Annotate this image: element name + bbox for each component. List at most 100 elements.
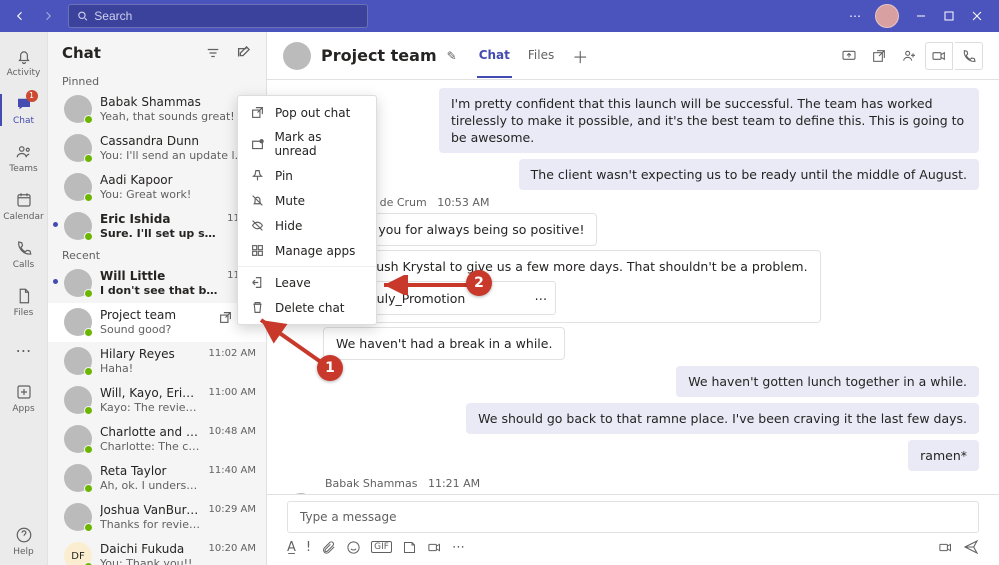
help-icon — [14, 525, 34, 545]
maximize-button[interactable] — [935, 2, 963, 30]
new-chat-icon[interactable] — [232, 42, 254, 64]
popout-icon[interactable] — [865, 42, 893, 70]
ctx-label: Leave — [275, 276, 311, 290]
calendar-icon — [14, 190, 34, 210]
chat-list-item[interactable]: Will LittleI don't see that being an iss… — [48, 264, 266, 303]
search-box[interactable] — [68, 4, 368, 28]
ctx-hide[interactable]: Hide — [238, 213, 376, 238]
compose-area: Type a message A̲ ! GIF ⋯ — [267, 494, 999, 565]
chat-list-item[interactable]: Cassandra DunnYou: I'll send an update l… — [48, 129, 266, 168]
message-me[interactable]: I'm pretty confident that this launch wi… — [439, 88, 979, 153]
more-icon[interactable]: ⋯ — [843, 4, 867, 28]
nav-back-forward — [8, 4, 60, 28]
ctx-mute[interactable]: Mute — [238, 188, 376, 213]
phone-icon — [14, 238, 34, 258]
close-button[interactable] — [963, 2, 991, 30]
message-meta: Babak Shammas 11:21 AM — [323, 477, 581, 490]
ctx-pin[interactable]: Pin — [238, 163, 376, 188]
rail-label: Calendar — [3, 212, 43, 222]
message-me[interactable]: We should go back to that ramne place. I… — [466, 403, 979, 434]
annotation-1: 1 — [317, 355, 343, 381]
ctx-unread[interactable]: Mark as unread — [238, 125, 376, 163]
schedule-send-icon[interactable] — [938, 540, 953, 555]
rail-help[interactable]: Help — [0, 517, 48, 565]
pin-icon — [250, 168, 265, 183]
back-button[interactable] — [8, 4, 32, 28]
filter-icon[interactable] — [202, 42, 224, 64]
sticker-icon[interactable] — [402, 540, 417, 555]
user-avatar[interactable] — [875, 4, 899, 28]
search-icon — [77, 10, 88, 22]
hide-icon — [250, 218, 265, 233]
priority-icon[interactable]: ! — [306, 540, 311, 555]
popout-icon[interactable] — [216, 308, 234, 326]
plus-icon — [14, 382, 34, 402]
titlebar: ⋯ — [0, 0, 999, 32]
files-icon — [14, 286, 34, 306]
rail-chat[interactable]: 1 Chat — [0, 86, 48, 134]
ellipsis-icon: ⋯ — [14, 340, 34, 360]
emoji-icon[interactable] — [346, 540, 361, 555]
mute-icon — [250, 193, 265, 208]
attach-icon[interactable] — [321, 540, 336, 555]
video-call-icon[interactable] — [925, 42, 953, 70]
chat-list-item[interactable]: Babak ShammasYeah, that sounds great! — [48, 90, 266, 129]
rail-label: Chat — [13, 116, 34, 126]
send-icon[interactable] — [963, 539, 979, 555]
minimize-button[interactable] — [907, 2, 935, 30]
more-icon[interactable]: ⋯ — [452, 540, 465, 555]
message-text: I will push Krystal to give us a few mor… — [336, 259, 808, 274]
chat-title: Project team — [321, 46, 437, 65]
message-other[interactable]: We haven't had a break in a while. — [323, 327, 565, 360]
rail-teams[interactable]: Teams — [0, 134, 48, 182]
message-me[interactable]: ramen* — [908, 440, 979, 471]
ctx-leave[interactable]: Leave — [238, 270, 376, 295]
rail-activity[interactable]: Activity — [0, 38, 48, 86]
gif-icon[interactable]: GIF — [371, 541, 392, 553]
popout-icon — [250, 105, 265, 120]
chat-context-menu: Pop out chatMark as unreadPin Mute Hide Man… — [237, 95, 377, 325]
chat-list: Chat Pinned Babak ShammasYeah, that soun… — [48, 32, 267, 565]
compose-input[interactable]: Type a message — [287, 501, 979, 533]
file-more-icon[interactable]: ⋯ — [535, 290, 548, 307]
ctx-apps[interactable]: Manage apps — [238, 238, 376, 263]
rail-label: Apps — [12, 404, 34, 414]
teams-icon — [14, 142, 34, 162]
meet-icon[interactable] — [427, 540, 442, 555]
rail-label: Help — [13, 547, 34, 557]
ctx-label: Manage apps — [275, 244, 355, 258]
sender-avatar — [287, 493, 315, 494]
apps-icon — [250, 243, 265, 258]
app-rail: Activity 1 Chat Teams Calendar Calls Fil… — [0, 32, 48, 565]
chat-list-item[interactable]: Joshua VanBurenThanks for reviewing!10:2… — [48, 498, 266, 537]
search-input[interactable] — [94, 9, 359, 23]
tab-chat[interactable]: Chat — [477, 34, 512, 78]
chat-list-item[interactable]: Charlotte and BabakCharlotte: The client… — [48, 420, 266, 459]
tab-files[interactable]: Files — [526, 34, 556, 78]
tab-add[interactable]: ＋ — [570, 34, 590, 78]
chat-list-item[interactable]: Hilary ReyesHaha!11:02 AM — [48, 342, 266, 381]
forward-button[interactable] — [36, 4, 60, 28]
chat-list-item[interactable]: DFDaichi FukudaYou: Thank you!!10:20 AM — [48, 537, 266, 565]
message-me[interactable]: We haven't gotten lunch together in a wh… — [676, 366, 979, 397]
chat-list-item[interactable]: Project teamSound good?⋯ — [48, 303, 266, 342]
rail-calendar[interactable]: Calendar — [0, 182, 48, 230]
edit-name-icon[interactable]: ✎ — [447, 49, 457, 63]
chat-list-item[interactable]: Will, Kayo, Eric, +5Kayo: The review wen… — [48, 381, 266, 420]
bell-icon — [14, 46, 34, 66]
share-screen-icon[interactable] — [835, 42, 863, 70]
rail-files[interactable]: Files — [0, 278, 48, 326]
ctx-label: Mute — [275, 194, 305, 208]
audio-call-icon[interactable] — [955, 42, 983, 70]
chat-list-item[interactable]: Eric IshidaSure. I'll set up something f… — [48, 207, 266, 246]
rail-apps[interactable]: Apps — [0, 374, 48, 422]
message-me[interactable]: The client wasn't expecting us to be rea… — [519, 159, 979, 190]
format-icon[interactable]: A̲ — [287, 540, 296, 555]
add-people-icon[interactable] — [895, 42, 923, 70]
chat-list-item[interactable]: Aadi KapoorYou: Great work! — [48, 168, 266, 207]
rail-label: Teams — [9, 164, 37, 174]
ctx-popout[interactable]: Pop out chat — [238, 100, 376, 125]
chat-list-item[interactable]: Reta TaylorAh, ok. I understand now.11:4… — [48, 459, 266, 498]
rail-more[interactable]: ⋯ — [0, 326, 48, 374]
rail-calls[interactable]: Calls — [0, 230, 48, 278]
